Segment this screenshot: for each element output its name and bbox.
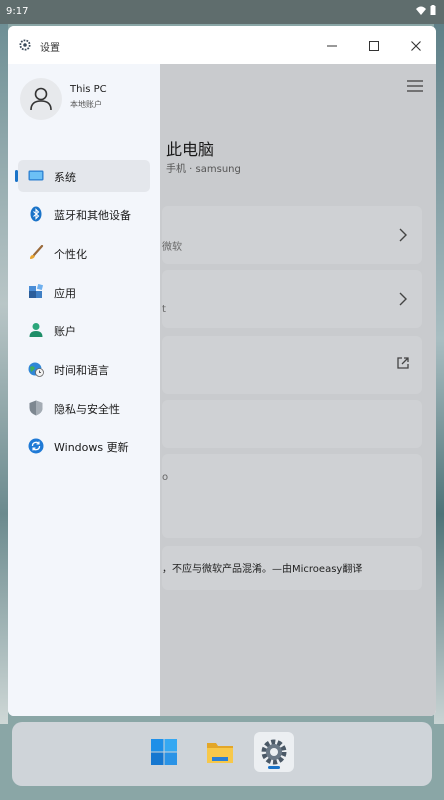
nav-item-personalization[interactable]: 个性化 bbox=[18, 237, 150, 269]
device-name: 此电脑 bbox=[166, 140, 215, 159]
wallpaper-left bbox=[0, 24, 8, 724]
display-icon bbox=[28, 170, 44, 181]
nav-item-label: 时间和语言 bbox=[54, 364, 109, 377]
main-content: 此电脑 手机 · samsung 微软 t o ，不应与微软产品混淆。—由Mic… bbox=[160, 64, 436, 716]
user-name: This PC bbox=[70, 84, 107, 95]
nav-item-label: 账户 bbox=[54, 325, 76, 338]
active-indicator bbox=[15, 170, 18, 182]
nav-item-label: 个性化 bbox=[54, 248, 87, 261]
open-external-icon bbox=[397, 357, 409, 369]
close-icon bbox=[411, 41, 421, 51]
taskbar bbox=[12, 722, 432, 786]
settings-window: 设置 此电脑 手机 · samsung 微软 t o ，不应与微软产品混淆。—由… bbox=[8, 26, 436, 716]
bluetooth-icon bbox=[30, 206, 42, 222]
minimize-icon bbox=[327, 45, 337, 47]
settings-app-button[interactable] bbox=[254, 732, 294, 772]
apps-icon bbox=[29, 284, 44, 298]
brush-icon bbox=[30, 245, 44, 259]
maximize-icon bbox=[369, 41, 379, 51]
nav-item-apps[interactable]: 应用 bbox=[18, 276, 150, 308]
card-text: t bbox=[162, 304, 166, 315]
settings-card: o bbox=[162, 454, 422, 538]
nav-item-system[interactable]: 系统 bbox=[15, 160, 150, 192]
settings-gear-icon bbox=[19, 39, 31, 51]
device-subtitle: 手机 · samsung bbox=[166, 164, 241, 175]
nav-item-label: 隐私与安全性 bbox=[54, 403, 120, 416]
nav-item-accounts[interactable]: 账户 bbox=[18, 314, 150, 346]
chevron-right-icon bbox=[399, 228, 407, 242]
window-title: 设置 bbox=[40, 43, 60, 54]
nav-item-privacy-security[interactable]: 隐私与安全性 bbox=[18, 392, 150, 424]
nav-item-bluetooth[interactable]: 蓝牙和其他设备 bbox=[18, 198, 150, 230]
shield-icon bbox=[29, 400, 43, 416]
status-time: 9:17 bbox=[6, 6, 29, 17]
user-icon bbox=[30, 87, 52, 111]
nav-item-windows-update[interactable]: Windows 更新 bbox=[18, 430, 150, 462]
update-icon bbox=[28, 438, 44, 454]
nav-item-time-language[interactable]: 时间和语言 bbox=[18, 353, 150, 385]
chevron-right-icon bbox=[399, 292, 407, 306]
settings-card bbox=[162, 400, 422, 448]
maximize-button[interactable] bbox=[362, 36, 386, 56]
start-button[interactable] bbox=[144, 732, 184, 772]
menu-button[interactable] bbox=[406, 78, 424, 97]
settings-gear-icon bbox=[261, 739, 287, 765]
windows-start-icon bbox=[151, 739, 177, 765]
nav-item-label: 系统 bbox=[54, 171, 76, 184]
wifi-icon bbox=[416, 6, 426, 15]
card-text: o bbox=[162, 472, 169, 483]
battery-icon bbox=[430, 5, 436, 15]
active-app-indicator bbox=[268, 766, 280, 769]
nav-item-label: 蓝牙和其他设备 bbox=[54, 209, 131, 222]
nav-item-label: 应用 bbox=[54, 287, 76, 300]
person-icon bbox=[29, 323, 43, 337]
file-explorer-button[interactable] bbox=[200, 732, 240, 772]
avatar[interactable] bbox=[20, 78, 62, 120]
info-note: ，不应与微软产品混淆。—由Microeasy翻译 bbox=[162, 546, 422, 590]
navigation-drawer: This PC 本地账户 系统 蓝牙和其他设备 个性化 应用 账户 时间和语言 … bbox=[8, 64, 160, 716]
card-text: 微软 bbox=[162, 242, 182, 253]
settings-card[interactable]: 微软 bbox=[162, 206, 422, 264]
note-text: ，不应与微软产品混淆。—由Microeasy翻译 bbox=[162, 564, 363, 575]
status-bar: 9:17 bbox=[0, 0, 444, 24]
title-bar: 设置 bbox=[8, 26, 436, 64]
minimize-button[interactable] bbox=[320, 36, 344, 56]
user-account-type: 本地账户 bbox=[70, 100, 102, 109]
settings-card[interactable]: t bbox=[162, 270, 422, 328]
close-button[interactable] bbox=[404, 36, 428, 56]
globe-clock-icon bbox=[28, 362, 44, 377]
file-explorer-icon bbox=[207, 743, 233, 763]
settings-card[interactable] bbox=[162, 336, 422, 394]
nav-item-label: Windows 更新 bbox=[54, 441, 129, 454]
hamburger-icon bbox=[407, 80, 423, 92]
status-icons bbox=[416, 5, 436, 15]
